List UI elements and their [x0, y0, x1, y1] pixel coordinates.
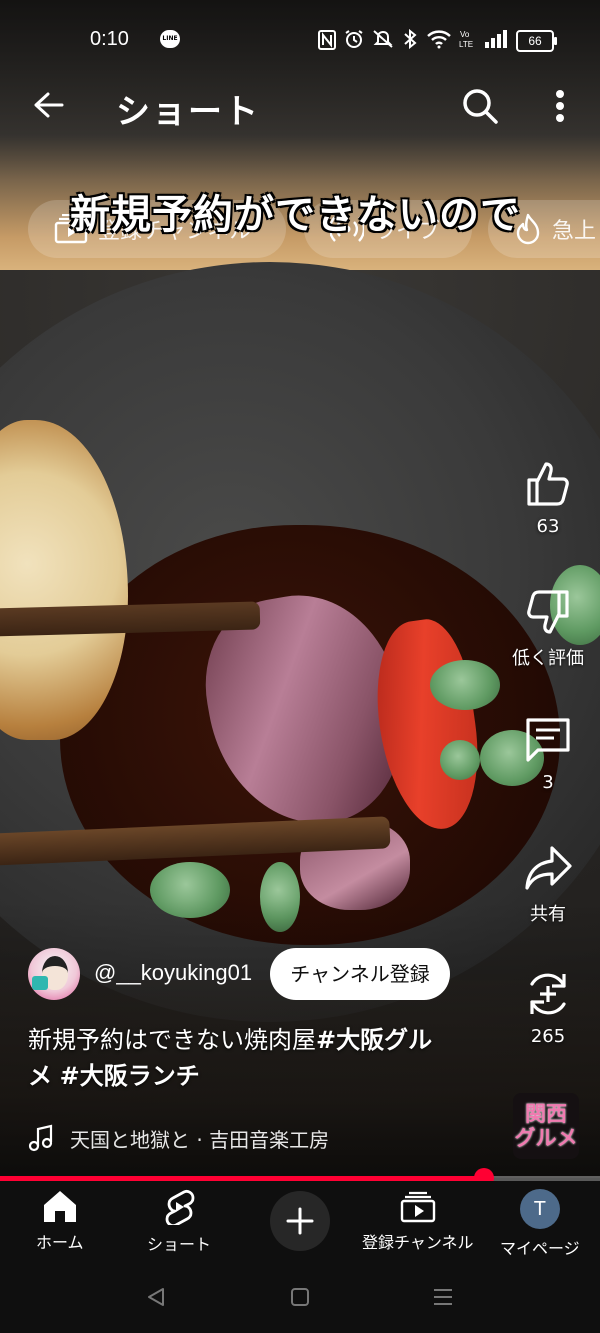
battery-level: 66: [528, 34, 542, 48]
shorts-screen: 0:10 LINE Vo LTE 66 ショート 登録チャンネル ライブ 急上 …: [0, 0, 600, 1333]
shorts-icon: [165, 1189, 195, 1225]
chip-label: 急上: [552, 219, 597, 244]
status-bar: 0:10 LINE Vo LTE 66: [0, 18, 600, 62]
system-back-icon[interactable]: [146, 1287, 166, 1307]
plus-icon: [286, 1207, 314, 1235]
subscribe-button[interactable]: チャンネル登録: [270, 948, 450, 1000]
comments-button[interactable]: 3: [506, 716, 590, 793]
svg-text:Vo: Vo: [460, 30, 470, 39]
share-label: 共有: [530, 904, 566, 925]
dislike-label: 低く評価: [512, 648, 584, 669]
page-title: ショート: [116, 92, 260, 132]
comments-count: 3: [542, 772, 554, 793]
music-note-icon: [28, 1124, 53, 1152]
remix-button[interactable]: 265: [506, 970, 590, 1047]
line-app-icon: LINE: [160, 30, 180, 48]
video-leaf: [440, 740, 480, 780]
create-button[interactable]: [270, 1191, 330, 1251]
nav-label: マイページ: [500, 1239, 580, 1258]
back-arrow-icon[interactable]: [28, 86, 66, 124]
signal-icon: [485, 30, 507, 48]
thumbs-up-icon: [527, 462, 569, 506]
remix-count: 265: [530, 1026, 566, 1047]
channel-row: @__koyuking01 チャンネル登録: [28, 946, 468, 1004]
svg-text:LTE: LTE: [459, 40, 473, 49]
bluetooth-icon: [404, 29, 417, 49]
thumbs-down-icon: [527, 590, 569, 634]
battery-icon: 66: [516, 30, 557, 52]
alarm-icon: [345, 30, 363, 48]
search-icon[interactable]: [460, 86, 500, 126]
nav-label: ホーム: [36, 1233, 84, 1252]
nav-home[interactable]: ホーム: [36, 1189, 84, 1253]
status-time: 0:10: [90, 28, 129, 50]
subscriptions-icon: [400, 1191, 435, 1223]
system-menu-icon[interactable]: [432, 1287, 454, 1307]
channel-avatar[interactable]: [28, 948, 80, 1000]
nav-label: ショート: [147, 1235, 212, 1254]
logo-line-1: 関西: [525, 1102, 567, 1126]
hashtag[interactable]: #大阪ランチ: [60, 1062, 200, 1090]
nav-subscriptions[interactable]: 登録チャンネル: [362, 1191, 474, 1253]
share-button[interactable]: 共有: [506, 844, 590, 926]
remix-icon: [530, 973, 566, 1015]
system-home-icon[interactable]: [290, 1287, 310, 1307]
bottom-navigation: ホーム ショート 登録チャンネル T マイページ: [0, 1181, 600, 1261]
system-navigation-bar: [0, 1261, 600, 1333]
home-icon: [43, 1191, 76, 1222]
channel-name[interactable]: @__koyuking01: [94, 960, 252, 986]
share-icon: [525, 846, 572, 890]
video-caption: 新規予約ができないので: [70, 191, 521, 238]
hashtag[interactable]: #大阪グル: [316, 1026, 432, 1054]
music-row[interactable]: 天国と地獄と · 吉田音楽工房: [28, 1122, 468, 1156]
nav-mypage[interactable]: T マイページ: [500, 1189, 580, 1259]
nfc-icon: [318, 30, 336, 50]
avatar-bag: [32, 976, 48, 990]
wifi-icon: [427, 30, 451, 49]
video-leaf: [430, 660, 500, 710]
hashtag-continued[interactable]: メ: [28, 1062, 52, 1090]
dislike-button[interactable]: 低く評価: [506, 588, 590, 670]
nav-label: 登録チャンネル: [362, 1233, 474, 1252]
top-app-bar: ショート: [0, 78, 600, 136]
video-description[interactable]: 新規予約はできない焼肉屋#大阪グル メ #大阪ランチ: [28, 1022, 488, 1094]
description-text: 新規予約はできない焼肉屋: [28, 1026, 316, 1054]
nav-shorts[interactable]: ショート: [147, 1189, 211, 1255]
comment-icon: [526, 718, 570, 762]
logo-line-2: グルメ: [514, 1126, 578, 1150]
like-count: 63: [536, 516, 560, 537]
mute-icon: [373, 30, 393, 48]
more-vert-icon[interactable]: [545, 86, 575, 126]
like-button[interactable]: 63: [506, 460, 590, 537]
music-title: 天国と地獄と · 吉田音楽工房: [70, 1128, 330, 1152]
volte-icon: VoLTE: [459, 30, 473, 49]
user-avatar: T: [519, 1189, 560, 1229]
sound-thumbnail-logo[interactable]: 関西 グルメ: [513, 1093, 579, 1159]
